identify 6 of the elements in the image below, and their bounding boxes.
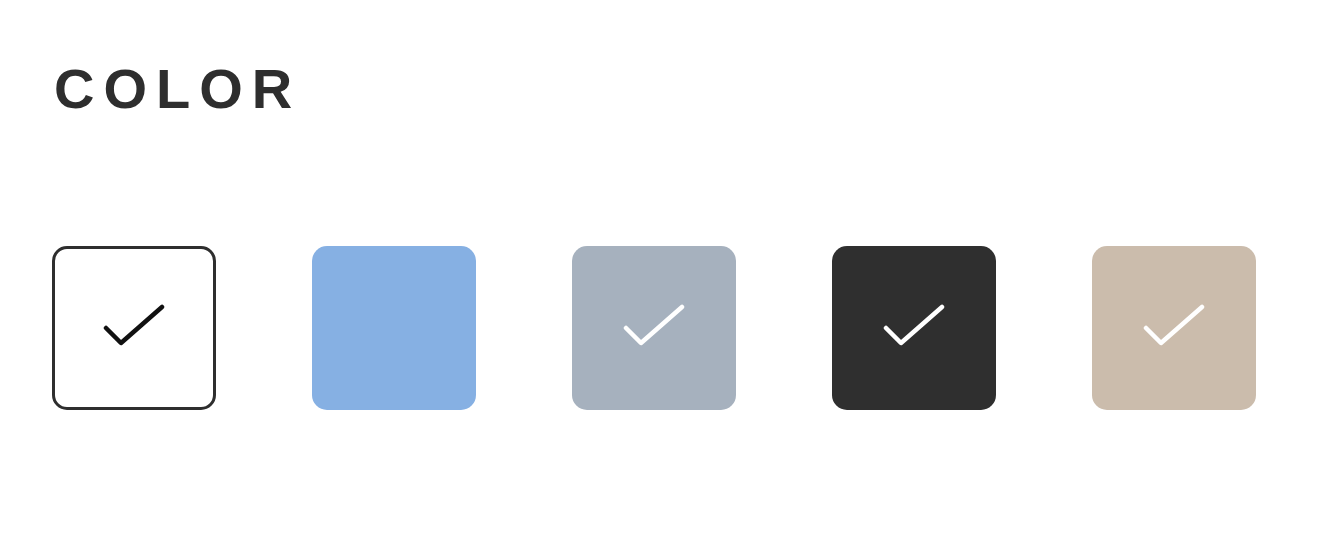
section-heading: COLOR [54,56,303,122]
color-swatch[interactable] [832,246,996,410]
color-swatch[interactable] [1092,246,1256,410]
color-swatch[interactable] [572,246,736,410]
color-swatch[interactable] [52,246,216,410]
color-swatch[interactable] [312,246,476,410]
